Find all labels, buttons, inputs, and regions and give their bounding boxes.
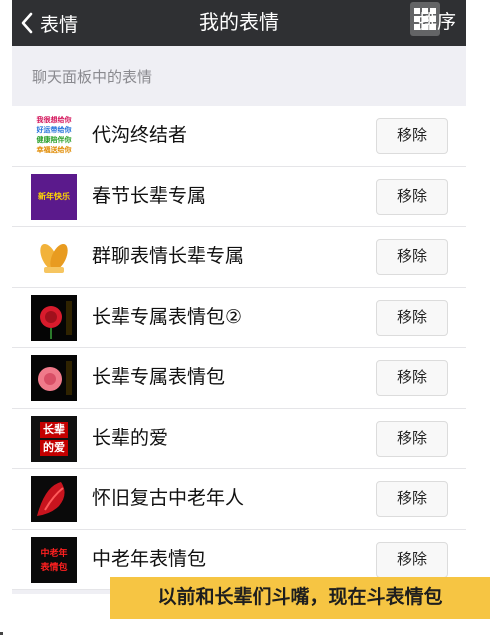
sticker-thumb-text: 中老年 bbox=[40, 547, 68, 558]
remove-button[interactable]: 移除 bbox=[376, 239, 448, 275]
sort-button[interactable]: 排序 bbox=[418, 0, 456, 46]
sticker-thumb-text: 我很想给你 bbox=[36, 117, 72, 124]
red-rose-sticker-icon bbox=[31, 294, 77, 341]
remove-button[interactable]: 移除 bbox=[376, 299, 448, 336]
sticker-pack-name: 长辈专属表情包 bbox=[92, 367, 226, 388]
red-scarf-sticker-icon bbox=[31, 476, 77, 522]
remove-button[interactable]: 移除 bbox=[376, 541, 448, 578]
list-item: 长辈专属表情包 移除 bbox=[12, 348, 466, 409]
folded-hands-sticker-icon bbox=[31, 234, 77, 280]
sticker-thumb-text: 表情包 bbox=[40, 561, 68, 572]
list-item: 长辈专属表情包② 移除 bbox=[12, 287, 466, 348]
sticker-thumb-text: 幸福送给你 bbox=[36, 147, 72, 154]
sticker-thumb-text: 长辈 bbox=[40, 421, 68, 438]
page-title: 我的表情 bbox=[199, 12, 279, 34]
remove-button[interactable]: 移除 bbox=[376, 118, 448, 154]
list-item: 长辈 的爱 长辈的爱 移除 bbox=[12, 408, 466, 469]
sticker-thumb-text: 的爱 bbox=[40, 439, 68, 456]
section-header: 聊天面板中的表情 bbox=[32, 69, 153, 86]
sticker-pack-name: 群聊表情长辈专属 bbox=[92, 246, 245, 267]
remove-button[interactable]: 移除 bbox=[376, 360, 448, 396]
sticker-thumb-text: 健康陪伴你 bbox=[36, 137, 72, 144]
sticker-thumb-text: 好运带给你 bbox=[36, 127, 72, 134]
remove-button[interactable]: 移除 bbox=[376, 178, 448, 215]
sticker-pack-name: 长辈专属表情包② bbox=[92, 306, 243, 328]
remove-button[interactable]: 移除 bbox=[376, 481, 448, 517]
sticker-pack-name: 长辈的爱 bbox=[92, 427, 169, 449]
sticker-list: 我很想给你 好运带给你 健康陪伴你 幸福送给你 代沟终结者 移除 新年快乐 春节… bbox=[12, 106, 466, 590]
stray-dot bbox=[0, 632, 3, 635]
remove-button[interactable]: 移除 bbox=[376, 420, 448, 457]
phone-screen: 表情 我的表情 排序 聊天面板中的表情 我很想给你 好运带给你 健康陪伴你 幸福… bbox=[12, 0, 466, 594]
love-sticker-icon: 长辈 的爱 bbox=[31, 415, 77, 462]
sticker-thumb-text: 新年快乐 bbox=[38, 192, 70, 201]
list-item: 我很想给你 好运带给你 健康陪伴你 幸福送给你 代沟终结者 移除 bbox=[12, 106, 466, 167]
list-item: 群聊表情长辈专属 移除 bbox=[12, 227, 466, 288]
sticker-pack-name: 怀旧复古中老年人 bbox=[92, 488, 245, 509]
list-item: 怀旧复古中老年人 移除 bbox=[12, 469, 466, 530]
colorful-text-sticker-icon: 我很想给你 好运带给你 健康陪伴你 幸福送给你 bbox=[31, 113, 77, 159]
sticker-pack-name: 代沟终结者 bbox=[92, 125, 188, 146]
pink-rose-sticker-icon bbox=[31, 355, 77, 401]
red-text-sticker-icon: 中老年 表情包 bbox=[31, 536, 77, 583]
list-item: 新年快乐 春节长辈专属 移除 bbox=[12, 166, 466, 227]
nav-bar: 表情 我的表情 排序 bbox=[12, 0, 466, 46]
new-year-sticker-icon: 新年快乐 bbox=[31, 173, 77, 220]
caption-banner: 以前和长辈们斗嘴，现在斗表情包 bbox=[110, 577, 490, 619]
sticker-pack-name: 春节长辈专属 bbox=[92, 185, 207, 207]
